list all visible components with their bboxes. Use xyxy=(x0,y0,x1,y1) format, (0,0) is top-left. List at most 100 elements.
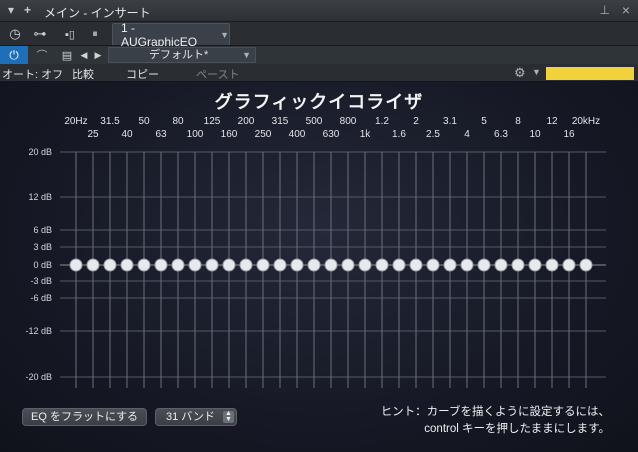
freq-label-bottom: 6.3 xyxy=(494,129,508,140)
freq-label-bottom: 25 xyxy=(87,129,99,140)
band-handle[interactable] xyxy=(239,258,253,272)
automation-icon: ⌒ xyxy=(36,50,48,62)
paste-button[interactable]: ペースト xyxy=(196,66,239,82)
freq-label-bottom: 40 xyxy=(121,129,133,140)
freq-label-top: 125 xyxy=(204,116,221,127)
copy-button[interactable]: コピー xyxy=(126,66,159,82)
db-label: -20 dB xyxy=(25,372,52,382)
freq-label-top: 500 xyxy=(306,116,323,127)
freq-label-bottom: 1.6 xyxy=(392,129,406,140)
routing-icon[interactable]: ⊶ xyxy=(28,24,52,44)
band-handle[interactable] xyxy=(511,258,525,272)
next-preset-icon[interactable]: ▶ xyxy=(92,45,104,65)
freq-label-top: 5 xyxy=(481,116,487,127)
automation-mode[interactable]: オート: オフ xyxy=(2,66,63,82)
band-handle[interactable] xyxy=(528,258,542,272)
eq-graph: 20 dB 12 dB 6 dB 3 dB 0 dB -3 dB -6 dB -12 dB -2… xyxy=(25,116,606,388)
freq-label-bottom: 160 xyxy=(221,129,238,140)
band-handle[interactable] xyxy=(562,258,576,272)
compare-toolbar: オート: オフ 比較 コピー ペースト ⚙ ▼ xyxy=(0,64,638,82)
freq-label-top: 31.5 xyxy=(100,116,120,127)
plugin-tab[interactable]: 1 - AUGraphicEQ ▼ xyxy=(112,21,230,49)
freq-label-bottom: 250 xyxy=(255,129,272,140)
freq-label-bottom: 16 xyxy=(563,129,575,140)
band-handle[interactable] xyxy=(443,258,457,272)
db-label: 6 dB xyxy=(33,225,52,235)
insert-toolbar: ◷ ⊶ ▪▯ ⏸ 1 - AUGraphicEQ ▼ xyxy=(0,21,638,49)
freq-label-top: 80 xyxy=(172,116,184,127)
band-handle[interactable] xyxy=(103,258,117,272)
chevron-down-icon[interactable]: ▼ xyxy=(532,67,541,77)
insert-slot-icon[interactable]: ▪▯ xyxy=(60,24,80,44)
band-handle[interactable] xyxy=(409,258,423,272)
band-handle[interactable] xyxy=(579,258,593,272)
freq-label-bottom: 1k xyxy=(360,129,372,140)
band-handle[interactable] xyxy=(171,258,185,272)
db-label: 20 dB xyxy=(28,147,52,157)
color-swatch[interactable] xyxy=(546,67,634,80)
preset-list-icon[interactable]: ▤ xyxy=(60,45,74,65)
collapse-icon[interactable]: ▾ xyxy=(8,3,14,17)
band-handle[interactable] xyxy=(273,258,287,272)
clock-icon[interactable]: ◷ xyxy=(4,24,26,44)
band-handle[interactable] xyxy=(392,258,406,272)
graphic-eq-panel: グラフィックイコライザ 20 dB 12 dB 6 dB 3 dB 0 dB -3 dB -… xyxy=(0,82,638,452)
band-handle[interactable] xyxy=(426,258,440,272)
band-handle[interactable] xyxy=(545,258,559,272)
power-icon: ⏻ xyxy=(9,47,19,62)
freq-label-top: 200 xyxy=(238,116,255,127)
freq-label-top: 50 xyxy=(138,116,150,127)
db-label: 12 dB xyxy=(28,192,52,202)
freq-label-top: 20Hz xyxy=(64,116,87,127)
band-handle[interactable] xyxy=(494,258,508,272)
band-handle[interactable] xyxy=(120,258,134,272)
freq-label-top: 20kHz xyxy=(572,116,600,127)
freq-label-top: 3.1 xyxy=(443,116,457,127)
band-handle[interactable] xyxy=(256,258,270,272)
band-handle[interactable] xyxy=(154,258,168,272)
band-handle[interactable] xyxy=(69,258,83,272)
freq-label-bottom: 4 xyxy=(464,129,470,140)
band-handle[interactable] xyxy=(205,258,219,272)
add-icon[interactable]: + xyxy=(24,3,31,17)
band-count-select[interactable]: 31 バンド ▲ ▼ xyxy=(155,408,237,426)
preset-toolbar: ⏻ ⌒ ▤ ◀ ▶ デフォルト* ▼ xyxy=(0,46,638,64)
band-handle[interactable] xyxy=(477,258,491,272)
freq-label-bottom: 2.5 xyxy=(426,129,440,140)
gear-icon[interactable]: ⚙ xyxy=(514,65,526,81)
hint-line-2: control キーを押したままにします。 xyxy=(424,423,610,435)
band-handle[interactable] xyxy=(460,258,474,272)
flatten-eq-button[interactable]: EQ をフラットにする xyxy=(22,408,148,426)
band-handle[interactable] xyxy=(86,258,100,272)
freq-label-bottom: 63 xyxy=(155,129,167,140)
band-handle[interactable] xyxy=(324,258,338,272)
freq-label-top: 1.2 xyxy=(375,116,389,127)
prev-preset-icon[interactable]: ◀ xyxy=(78,45,90,65)
freq-label-bottom: 630 xyxy=(323,129,340,140)
band-handle[interactable] xyxy=(222,258,236,272)
chevron-down-icon[interactable]: ▼ xyxy=(220,30,229,40)
band-handle[interactable] xyxy=(188,258,202,272)
db-label: -6 dB xyxy=(30,293,52,303)
window-title: メイン - インサート xyxy=(44,6,151,20)
freq-label-top: 8 xyxy=(515,116,521,127)
close-icon[interactable]: × xyxy=(622,2,630,18)
db-label: -12 dB xyxy=(25,326,52,336)
power-button[interactable]: ⏻ xyxy=(0,46,28,64)
automation-button[interactable]: ⌒ xyxy=(28,46,56,64)
plug-icon[interactable]: ⏸ xyxy=(84,24,106,44)
compare-button[interactable]: 比較 xyxy=(72,66,94,82)
band-handle[interactable] xyxy=(307,258,321,272)
band-handle[interactable] xyxy=(290,258,304,272)
preset-select[interactable]: デフォルト* ▼ xyxy=(108,47,256,63)
band-handle[interactable] xyxy=(375,258,389,272)
band-handle[interactable] xyxy=(341,258,355,272)
band-handle[interactable] xyxy=(358,258,372,272)
freq-label-top: 800 xyxy=(340,116,357,127)
freq-label-bottom: 100 xyxy=(187,129,204,140)
pin-icon[interactable]: ⊥ xyxy=(600,3,610,17)
db-label: -3 dB xyxy=(30,276,52,286)
freq-label-bottom: 10 xyxy=(529,129,541,140)
freq-label-bottom: 400 xyxy=(289,129,306,140)
band-handle[interactable] xyxy=(137,258,151,272)
